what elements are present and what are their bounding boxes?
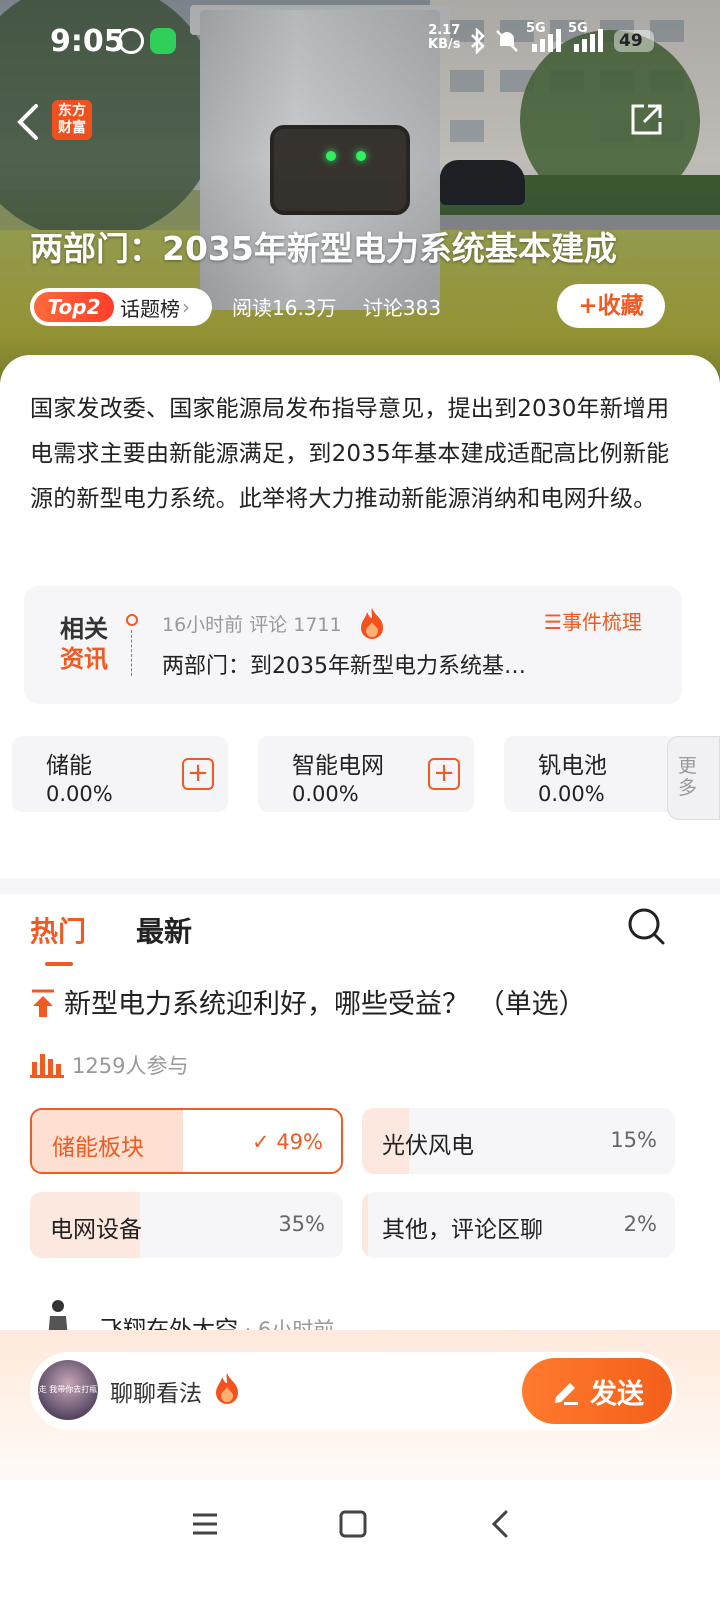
comment-placeholder[interactable]: 聊聊看法 — [110, 1374, 202, 1408]
top-badge: Top2 — [34, 292, 114, 322]
stock-card[interactable]: 储能 0.00% + — [12, 736, 228, 812]
poll-option[interactable]: 电网设备 35% — [30, 1192, 343, 1258]
net-speed: 2.17 KB/s — [428, 23, 461, 52]
plus-icon: + — [578, 293, 598, 319]
more-stocks-button[interactable]: 更多 — [667, 736, 720, 820]
status-bar: 9:05 2.17 KB/s 5G 5G 49 — [0, 0, 720, 80]
timeline-dot — [126, 614, 138, 626]
menu-icon[interactable] — [187, 1506, 223, 1542]
user-avatar: 走 我带你去打瓶 — [38, 1360, 98, 1420]
poll-option[interactable]: 光伏风电 15% — [362, 1108, 675, 1174]
timeline-line — [131, 630, 132, 676]
arrow-up-icon — [32, 989, 54, 1017]
bluetooth-icon — [471, 28, 485, 54]
summary-text: 国家发改委、国家能源局发布指导意见，提出到2030年新增用电需求主要由新能源满足… — [30, 396, 670, 512]
page-title: 两部门：2035年新型电力系统基本建成 — [30, 229, 617, 268]
wechat-icon — [150, 28, 176, 54]
eastmoney-logo: 东方 财富 — [52, 100, 92, 140]
share-button[interactable] — [628, 102, 664, 138]
check-icon: ✓ — [252, 1130, 270, 1154]
back-button[interactable] — [10, 100, 46, 144]
stock-card[interactable]: 智能电网 0.00% + — [258, 736, 474, 812]
favorite-button[interactable]: +收藏 — [557, 284, 665, 328]
related-meta: 16小时前 评论 1711 — [162, 614, 342, 636]
tab-indicator — [45, 962, 73, 966]
signal-label-2: 5G — [568, 21, 588, 36]
tab-hot[interactable]: 热门 — [30, 910, 86, 950]
related-news-tag: 相关 资讯 — [60, 615, 108, 673]
flame-icon — [361, 608, 383, 639]
related-headline: 两部门：到2035年新型电力系统基… — [162, 654, 526, 679]
topic-stats: 阅读16.3万 讨论383 — [232, 292, 461, 321]
poll-option[interactable]: 其他，评论区聊 2% — [362, 1192, 675, 1258]
bar-chart-icon — [30, 1054, 64, 1078]
list-icon: ☰ — [544, 610, 562, 634]
pen-icon — [555, 1383, 578, 1405]
mute-bell-icon — [496, 30, 518, 52]
participant-count: 1259人参与 — [72, 1054, 189, 1078]
signal-label-1: 5G — [526, 21, 546, 36]
search-icon[interactable] — [626, 906, 666, 946]
discussion-count: 讨论383 — [362, 296, 442, 320]
topic-rank-chip[interactable]: Top2 话题榜 › — [30, 288, 212, 326]
flame-icon — [216, 1373, 238, 1404]
related-news-card[interactable]: 相关 资讯 16小时前 评论 1711 ☰事件梳理 两部门：到2035年新型电力… — [24, 586, 682, 704]
topic-label: 话题榜 — [120, 296, 180, 321]
event-timeline-link[interactable]: ☰事件梳理 — [544, 606, 642, 635]
poll-option-fill — [362, 1192, 369, 1258]
section-divider — [0, 878, 720, 894]
chevron-right-icon: › — [182, 295, 190, 319]
back-nav-icon[interactable] — [484, 1506, 520, 1542]
tab-latest[interactable]: 最新 — [136, 910, 192, 950]
add-watchlist-button[interactable]: + — [182, 758, 214, 790]
poll-option[interactable]: 储能板块 ✓ 49% — [30, 1108, 343, 1174]
battery-indicator: 49 — [614, 30, 654, 52]
summary-card: 国家发改委、国家能源局发布指导意见，提出到2030年新增用电需求主要由新能源满足… — [0, 355, 720, 585]
send-button[interactable]: 发送 — [522, 1358, 672, 1424]
add-watchlist-button[interactable]: + — [428, 758, 460, 790]
status-time: 9:05 — [50, 24, 125, 59]
clock-icon — [118, 28, 144, 54]
app-screen: 9:05 2.17 KB/s 5G 5G 49 东方 财富 两部门：2035年新… — [0, 0, 720, 1600]
read-count: 阅读16.3万 — [232, 296, 337, 320]
poll-question: 新型电力系统迎利好，哪些受益？ （单选） — [64, 989, 586, 1020]
home-icon[interactable] — [335, 1506, 371, 1542]
